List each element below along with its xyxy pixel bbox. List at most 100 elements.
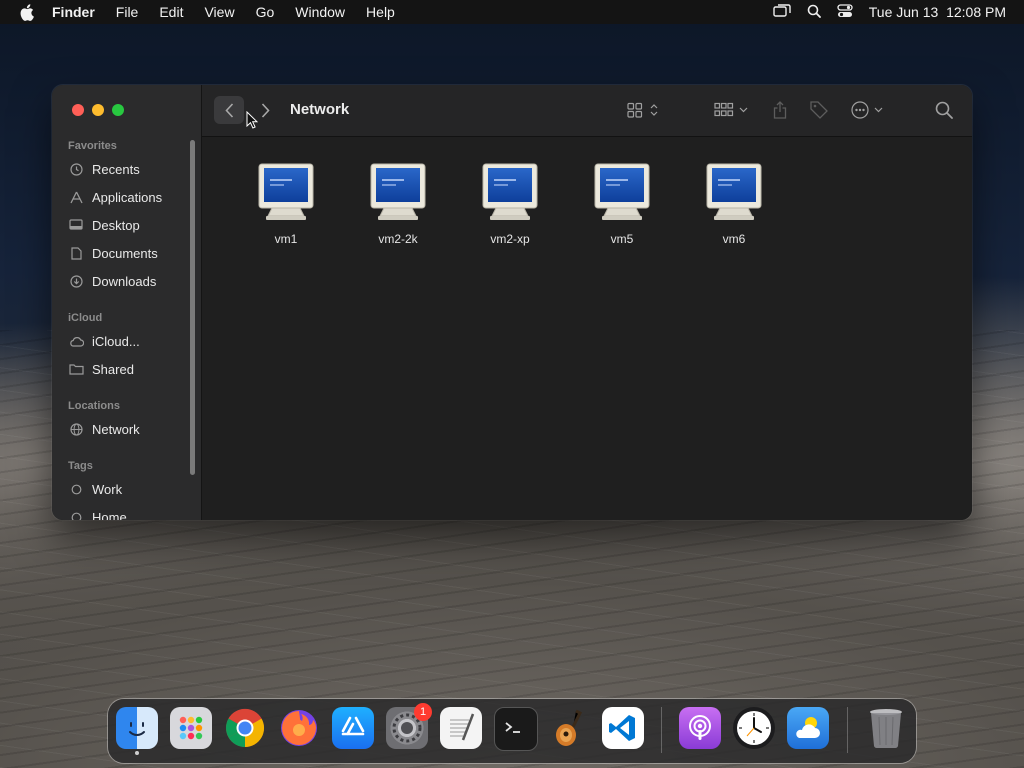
group-by-button[interactable]	[713, 99, 751, 121]
menu-go[interactable]: Go	[256, 4, 286, 20]
window-toolbar: Network	[202, 85, 972, 137]
apple-menu-icon[interactable]	[0, 3, 52, 21]
minimize-button[interactable]	[92, 104, 104, 116]
search-button[interactable]	[934, 99, 954, 121]
menu-bar-clock[interactable]: Tue Jun 13 12:08 PM	[869, 4, 1006, 20]
file-item-vm1[interactable]: vm1	[246, 163, 326, 246]
search-icon[interactable]	[807, 4, 821, 21]
desktop-icon	[68, 217, 84, 233]
menu-help[interactable]: Help	[366, 4, 406, 20]
tag-button[interactable]	[808, 99, 830, 121]
menu-file[interactable]: File	[116, 4, 150, 20]
sidebar-item-applications[interactable]: Applications	[68, 186, 162, 208]
sidebar-item-label: Desktop	[92, 217, 140, 233]
download-icon	[68, 273, 84, 289]
app-store-icon[interactable]	[332, 707, 374, 749]
mouse-cursor-icon	[246, 111, 258, 129]
dock-separator	[847, 707, 848, 753]
finder-window: Favorites Recents Applications Desktop D…	[52, 85, 972, 520]
sidebar-item-icloud-drive[interactable]: iCloud...	[68, 330, 140, 352]
control-center-icon[interactable]	[837, 3, 853, 21]
sidebar-item-network[interactable]: Network	[68, 418, 140, 440]
chevron-right-icon	[261, 102, 270, 118]
sidebar-item-recents[interactable]: Recents	[68, 158, 140, 180]
sidebar-item-label: Network	[92, 421, 140, 437]
cloud-icon	[68, 333, 84, 349]
trash-icon[interactable]	[865, 707, 907, 749]
sidebar-item-tag-home[interactable]: Home	[68, 506, 127, 520]
sidebar-item-label: Applications	[92, 189, 163, 205]
firefox-icon[interactable]	[278, 707, 320, 749]
weather-icon[interactable]	[787, 707, 829, 749]
sidebar-scrollbar[interactable]	[190, 140, 195, 475]
sidebar-item-label: Work	[92, 481, 123, 497]
garageband-icon[interactable]	[548, 707, 590, 749]
file-name: vm5	[610, 232, 634, 246]
menu-window[interactable]: Window	[295, 4, 356, 20]
globe-icon	[68, 421, 84, 437]
sidebar-item-label: iCloud...	[92, 333, 140, 349]
sidebar-item-label: Recents	[92, 161, 140, 177]
screen-mirroring-icon[interactable]	[773, 3, 791, 21]
notification-badge: 1	[414, 703, 432, 721]
file-item-vm5[interactable]: vm5	[582, 163, 662, 246]
more-actions-button[interactable]	[850, 99, 886, 121]
menu-view[interactable]: View	[204, 4, 245, 20]
grid-view-icon	[627, 102, 658, 118]
share-button[interactable]	[772, 99, 788, 121]
podcasts-icon[interactable]	[679, 707, 721, 749]
file-name: vm6	[722, 232, 746, 246]
sidebar-section-tags: Tags	[68, 460, 93, 472]
sidebar-item-documents[interactable]: Documents	[68, 242, 158, 264]
sidebar-item-label: Downloads	[92, 273, 157, 289]
sidebar-section-locations: Locations	[68, 400, 120, 412]
computer-icon	[370, 163, 426, 220]
chevron-left-icon	[224, 102, 233, 118]
more-actions-icon	[851, 101, 883, 119]
sidebar-item-tag-work[interactable]: Work	[68, 478, 122, 500]
vscode-icon[interactable]	[602, 707, 644, 749]
finder-icon[interactable]	[116, 707, 158, 755]
view-mode-button[interactable]	[626, 99, 662, 121]
tag-circle-icon	[68, 481, 84, 497]
chrome-icon[interactable]	[224, 707, 266, 749]
textedit-icon[interactable]	[440, 707, 482, 749]
document-icon	[68, 245, 84, 261]
launchpad-icon[interactable]	[170, 707, 212, 749]
sidebar-item-shared[interactable]: Shared	[68, 358, 134, 380]
sidebar-section-icloud: iCloud	[68, 312, 103, 324]
shared-folder-icon	[68, 361, 84, 377]
computer-icon	[706, 163, 762, 220]
back-button[interactable]	[214, 96, 244, 124]
clock-app-icon[interactable]	[733, 707, 775, 749]
tag-icon	[810, 101, 828, 119]
menu-edit[interactable]: Edit	[159, 4, 194, 20]
close-button[interactable]	[72, 104, 84, 116]
computer-icon	[482, 163, 538, 220]
group-icon	[714, 102, 748, 117]
clock-icon	[68, 161, 84, 177]
sidebar-item-label: Documents	[92, 245, 158, 261]
dock-separator	[661, 707, 662, 753]
file-name: vm2-xp	[490, 232, 530, 246]
file-item-vm2-xp[interactable]: vm2-xp	[470, 163, 550, 246]
computer-icon	[258, 163, 314, 220]
system-settings-icon[interactable]: 1	[386, 703, 432, 749]
tag-circle-icon	[68, 509, 84, 520]
menu-bar: Finder File Edit View Go Window Help Tue…	[0, 0, 1024, 24]
file-browser: Network vm1 vm2-2k vm2-xp vm5 vm6	[202, 85, 972, 520]
sidebar-item-desktop[interactable]: Desktop	[68, 214, 140, 236]
menu-app-finder[interactable]: Finder	[52, 4, 106, 20]
sidebar-item-label: Home	[92, 509, 127, 521]
applications-icon	[68, 189, 84, 205]
file-item-vm2-2k[interactable]: vm2-2k	[358, 163, 438, 246]
file-name: vm1	[274, 232, 298, 246]
terminal-icon[interactable]	[494, 707, 538, 751]
running-indicator	[135, 751, 139, 755]
share-icon	[773, 101, 787, 119]
sidebar: Favorites Recents Applications Desktop D…	[52, 85, 202, 520]
file-item-vm6[interactable]: vm6	[694, 163, 774, 246]
sidebar-item-downloads[interactable]: Downloads	[68, 270, 156, 292]
zoom-button[interactable]	[112, 104, 124, 116]
file-name: vm2-2k	[378, 232, 418, 246]
